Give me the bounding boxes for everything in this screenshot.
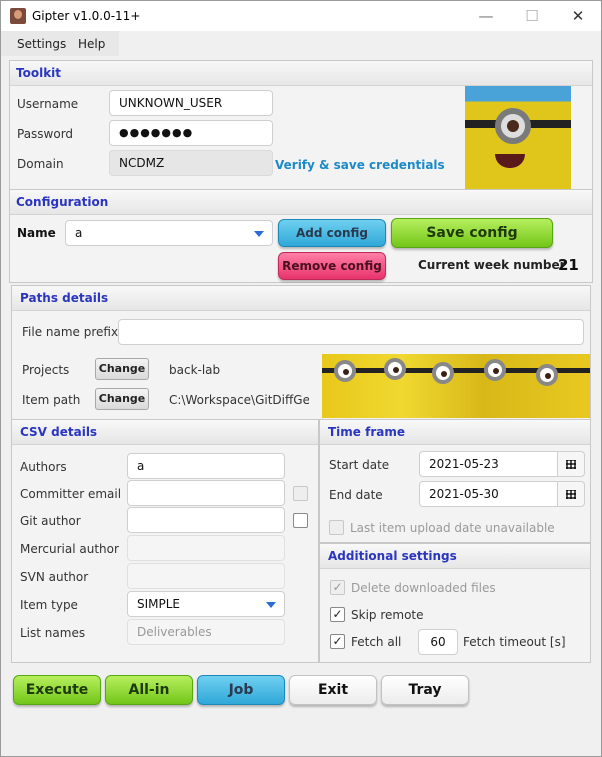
- verify-credentials-link[interactable]: Verify & save credentials: [275, 158, 445, 172]
- close-button[interactable]: ✕: [555, 1, 601, 31]
- configuration-title: Configuration: [16, 195, 109, 209]
- password-input[interactable]: ●●●●●●●: [109, 120, 273, 146]
- skip-remote-label: Skip remote: [351, 608, 424, 622]
- menu-bar: Settings Help: [1, 31, 119, 56]
- remove-config-button[interactable]: Remove config: [278, 252, 386, 280]
- all-in-button[interactable]: All-in: [105, 675, 193, 705]
- committer-email-label: Committer email: [20, 487, 122, 501]
- mercurial-author-input: [127, 535, 285, 561]
- add-config-button[interactable]: Add config: [278, 219, 386, 247]
- svn-author-label: SVN author: [20, 570, 89, 584]
- title-bar: Gipter v1.0.0-11+ — ☐ ✕: [1, 1, 601, 31]
- fetch-all-label: Fetch all: [351, 635, 402, 649]
- fetch-timeout-label: Fetch timeout [s]: [463, 635, 566, 649]
- paths-title: Paths details: [20, 291, 109, 305]
- file-prefix-label: File name prefix: [22, 325, 119, 339]
- menu-help[interactable]: Help: [78, 37, 105, 51]
- configuration-header: Configuration: [10, 190, 592, 215]
- timeframe-header: Time frame: [320, 420, 590, 445]
- username-input[interactable]: UNKNOWN_USER: [109, 90, 273, 116]
- domain-label: Domain: [17, 157, 64, 171]
- projects-change-button[interactable]: Change: [95, 358, 149, 380]
- delete-files-label: Delete downloaded files: [351, 581, 496, 595]
- toolkit-header: Toolkit: [10, 61, 592, 86]
- domain-input: NCDMZ: [109, 150, 273, 176]
- minions-group-image: [322, 354, 590, 418]
- item-type-label: Item type: [20, 598, 78, 612]
- minimize-button[interactable]: —: [463, 1, 509, 31]
- file-prefix-input[interactable]: [118, 319, 584, 345]
- minion-image: [465, 86, 571, 189]
- authors-label: Authors: [20, 460, 67, 474]
- end-date-label: End date: [329, 488, 383, 502]
- skip-remote-checkbox[interactable]: ✓: [330, 607, 345, 622]
- item-path-value: C:\Workspace\GitDiffGe...: [169, 393, 309, 407]
- config-name-value: a: [75, 226, 83, 240]
- delete-files-checkbox: ✓: [330, 580, 345, 595]
- csv-header: CSV details: [12, 420, 318, 445]
- calendar-icon[interactable]: [557, 481, 585, 507]
- start-date-label: Start date: [329, 458, 390, 472]
- additional-header: Additional settings: [320, 544, 590, 569]
- app-icon: [10, 8, 26, 24]
- committer-email-checkbox: [293, 486, 308, 501]
- week-number-value: 21: [558, 256, 579, 274]
- git-author-checkbox[interactable]: [293, 513, 308, 528]
- job-button[interactable]: Job: [197, 675, 285, 705]
- chevron-down-icon: [254, 231, 264, 237]
- mercurial-author-label: Mercurial author: [20, 542, 119, 556]
- last-upload-checkbox: [329, 520, 344, 535]
- config-name-label: Name: [17, 226, 56, 240]
- git-author-input[interactable]: [127, 507, 285, 533]
- item-type-select[interactable]: SIMPLE: [127, 591, 285, 617]
- menu-settings[interactable]: Settings: [17, 37, 66, 51]
- additional-title: Additional settings: [328, 549, 457, 563]
- calendar-icon[interactable]: [557, 451, 585, 477]
- password-label: Password: [17, 127, 74, 141]
- app-window: Gipter v1.0.0-11+ — ☐ ✕ Settings Help To…: [0, 0, 602, 757]
- execute-button[interactable]: Execute: [13, 675, 101, 705]
- svn-author-input: [127, 563, 285, 589]
- exit-button[interactable]: Exit: [289, 675, 377, 705]
- timeframe-title: Time frame: [328, 425, 405, 439]
- fetch-all-checkbox[interactable]: ✓: [330, 634, 345, 649]
- projects-value: back-lab: [169, 363, 221, 377]
- window-title: Gipter v1.0.0-11+: [32, 9, 141, 23]
- week-number-label: Current week number: [418, 258, 566, 272]
- username-label: Username: [17, 97, 79, 111]
- authors-input[interactable]: a: [127, 453, 285, 479]
- config-name-select[interactable]: a: [65, 220, 273, 246]
- list-names-label: List names: [20, 626, 86, 640]
- end-date-input[interactable]: 2021-05-30: [419, 481, 559, 507]
- csv-title: CSV details: [20, 425, 98, 439]
- item-path-change-button[interactable]: Change: [95, 388, 149, 410]
- git-author-label: Git author: [20, 514, 81, 528]
- committer-email-input[interactable]: [127, 480, 285, 506]
- start-date-input[interactable]: 2021-05-23: [419, 451, 559, 477]
- tray-button[interactable]: Tray: [381, 675, 469, 705]
- last-upload-label: Last item upload date unavailable: [350, 521, 555, 535]
- projects-label: Projects: [22, 363, 70, 377]
- paths-header: Paths details: [12, 286, 590, 311]
- save-config-button[interactable]: Save config: [391, 218, 553, 248]
- list-names-input: Deliverables: [127, 619, 285, 645]
- item-type-value: SIMPLE: [137, 597, 181, 611]
- chevron-down-icon: [266, 602, 276, 608]
- fetch-timeout-input[interactable]: 60: [418, 629, 458, 655]
- toolkit-title: Toolkit: [16, 66, 62, 80]
- maximize-button[interactable]: ☐: [509, 1, 555, 31]
- item-path-label: Item path: [22, 393, 81, 407]
